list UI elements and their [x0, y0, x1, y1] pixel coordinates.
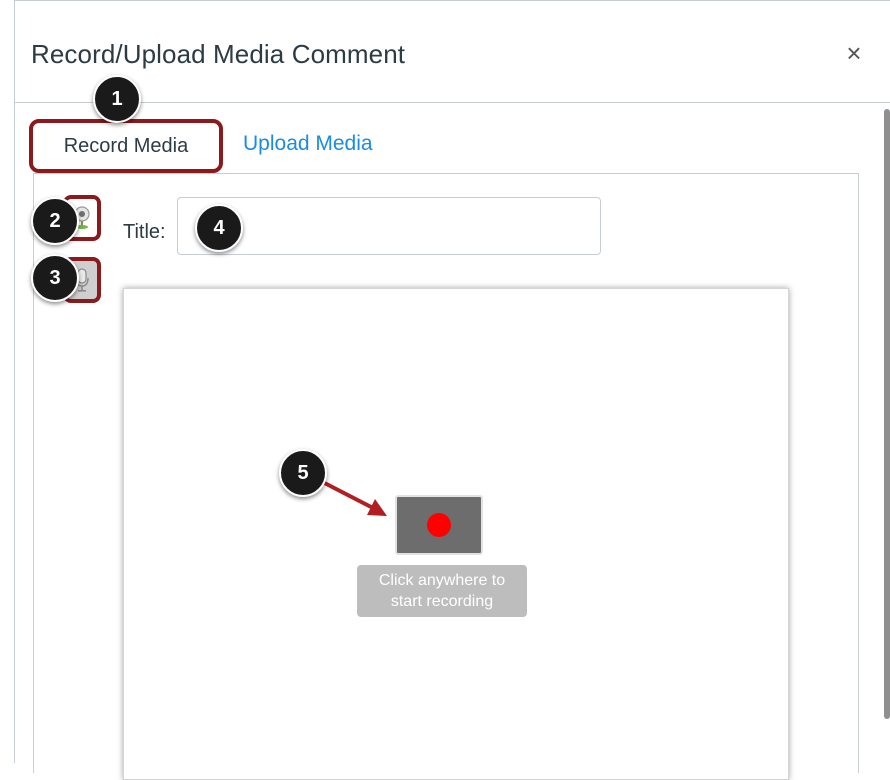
header-divider [15, 102, 890, 103]
close-icon[interactable]: × [842, 40, 866, 66]
tab-upload-media[interactable]: Upload Media [243, 132, 373, 156]
callout-3: 3 [31, 254, 79, 302]
tab-record-media[interactable]: Record Media [29, 119, 223, 173]
callout-1: 1 [93, 75, 141, 123]
record-dot-icon [427, 513, 451, 537]
callout-4: 4 [195, 204, 243, 252]
callout-2: 2 [31, 197, 79, 245]
record-hint-line1: Click anywhere to [378, 572, 506, 589]
record-hint-line2: start recording [390, 593, 494, 610]
callout-5: 5 [279, 449, 327, 497]
dialog-title: Record/Upload Media Comment [31, 39, 406, 69]
media-comment-dialog: Record/Upload Media Comment × Record Med… [14, 0, 890, 780]
record-button[interactable] [395, 495, 483, 555]
title-label: Title: [123, 221, 166, 243]
record-hint[interactable]: Click anywhere to start recording [357, 565, 527, 617]
tab-record-media-label: Record Media [63, 134, 189, 157]
scrollbar[interactable] [884, 109, 890, 719]
